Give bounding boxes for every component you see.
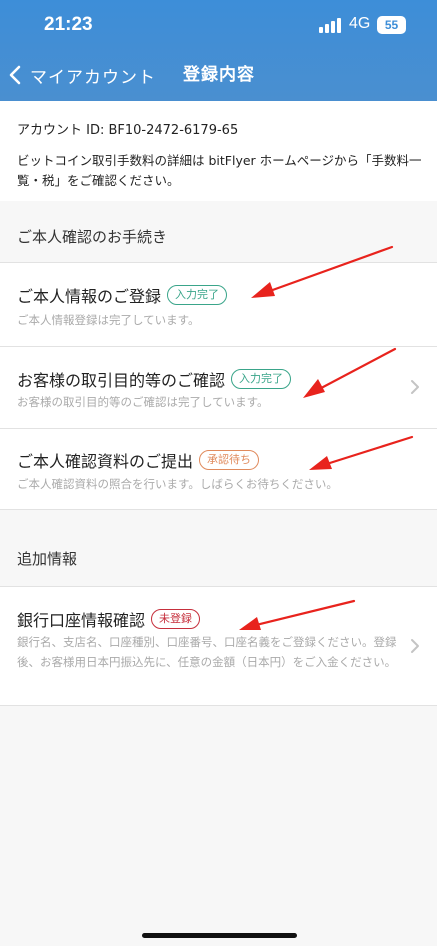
annotation-arrows <box>239 245 414 630</box>
home-indicator <box>142 933 297 938</box>
